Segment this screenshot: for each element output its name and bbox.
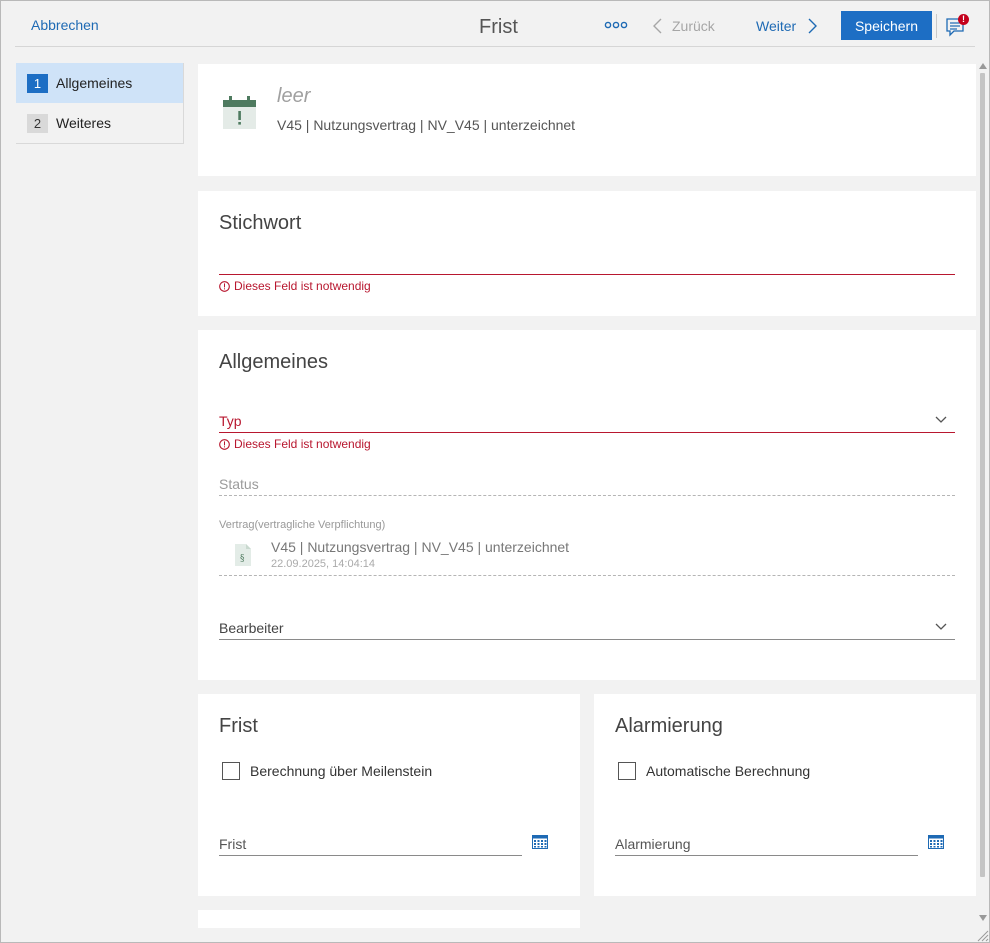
typ-select[interactable] xyxy=(219,432,955,433)
typ-label: Typ xyxy=(219,413,242,429)
scroll-down-arrow-icon[interactable] xyxy=(979,915,987,921)
section-title: Stichwort xyxy=(219,212,302,234)
scroll-up-arrow-icon[interactable] xyxy=(979,63,987,69)
section-title: Allgemeines xyxy=(219,351,328,373)
checkbox-box[interactable] xyxy=(222,762,240,780)
chevron-left-icon xyxy=(653,18,662,34)
vertical-scrollbar[interactable] xyxy=(977,63,989,929)
automatic-calculation-checkbox[interactable]: Automatische Berechnung xyxy=(618,762,810,780)
calendar-alert-icon xyxy=(223,96,256,129)
back-label: Zurück xyxy=(672,18,715,34)
sidebar-item-label: Allgemeines xyxy=(56,75,133,91)
scroll-thumb[interactable] xyxy=(980,73,985,877)
bearbeiter-label: Bearbeiter xyxy=(219,620,284,636)
stichwort-input[interactable] xyxy=(219,274,955,275)
error-icon xyxy=(219,280,230,292)
checkbox-box[interactable] xyxy=(618,762,636,780)
comment-alert-badge: ! xyxy=(958,14,969,25)
typ-dropdown-chevron-icon[interactable] xyxy=(935,416,947,424)
alarmierung-section: Alarmierung Automatische Berechnung Alar… xyxy=(594,694,976,896)
record-title-empty: leer xyxy=(277,85,311,107)
alarm-date-input[interactable] xyxy=(615,855,918,856)
chevron-right-icon xyxy=(808,18,818,34)
record-subtitle: V45 | Nutzungsvertrag | NV_V45 | unterze… xyxy=(277,117,576,133)
checkbox-label: Berechnung über Meilenstein xyxy=(250,763,433,779)
more-options-button[interactable] xyxy=(604,15,628,35)
more-dots-icon xyxy=(604,21,628,29)
contract-field xyxy=(219,575,955,576)
frist-date-input[interactable] xyxy=(219,855,522,856)
bearbeiter-select[interactable] xyxy=(219,639,955,640)
contract-label: Vertrag(vertragliche Verpflichtung) xyxy=(219,519,386,531)
status-label: Status xyxy=(219,476,259,492)
error-text: Dieses Feld ist notwendig xyxy=(234,437,371,451)
milestone-calculation-checkbox[interactable]: Berechnung über Meilenstein xyxy=(222,762,432,780)
calendar-icon[interactable] xyxy=(532,835,548,849)
calendar-icon[interactable] xyxy=(928,835,944,849)
toolbar: Abbrechen Frist Zurück Weiter Speichern … xyxy=(1,1,989,48)
next-label: Weiter xyxy=(756,18,797,34)
next-section-partial xyxy=(198,910,580,928)
frist-section: Frist Berechnung über Meilenstein Frist xyxy=(198,694,580,896)
contract-date: 22.09.2025, 14:04:14 xyxy=(271,558,375,570)
resize-grip-icon[interactable] xyxy=(975,928,989,942)
toolbar-divider xyxy=(936,14,937,38)
stichwort-error: Dieses Feld ist notwendig xyxy=(219,279,371,293)
page-title: Frist xyxy=(479,16,518,38)
stichwort-section: Stichwort Dieses Feld ist notwendig xyxy=(198,191,976,316)
bearbeiter-dropdown-chevron-icon[interactable] xyxy=(935,623,947,631)
contract-document-icon: § xyxy=(235,544,251,566)
record-header-card: leer V45 | Nutzungsvertrag | NV_V45 | un… xyxy=(198,64,976,176)
error-icon xyxy=(219,438,230,450)
next-button[interactable]: Weiter xyxy=(756,15,818,37)
alarm-date-label: Alarmierung xyxy=(615,836,691,852)
section-title: Frist xyxy=(219,715,258,737)
step-number: 1 xyxy=(27,73,48,93)
frist-date-label: Frist xyxy=(219,836,247,852)
checkbox-label: Automatische Berechnung xyxy=(646,763,811,779)
typ-error: Dieses Feld ist notwendig xyxy=(219,437,371,451)
contract-link[interactable]: V45 | Nutzungsvertrag | NV_V45 | unterze… xyxy=(271,539,569,555)
section-nav: 1 Allgemeines 2 Weiteres xyxy=(16,63,184,144)
save-button[interactable]: Speichern xyxy=(841,11,932,40)
section-title: Alarmierung xyxy=(615,715,723,737)
status-field xyxy=(219,495,955,496)
allgemeines-section: Allgemeines Typ Dieses Feld ist notwendi… xyxy=(198,330,976,680)
sidebar-item-weiteres[interactable]: 2 Weiteres xyxy=(16,103,183,143)
sidebar-item-label: Weiteres xyxy=(56,115,111,131)
step-number: 2 xyxy=(27,113,48,133)
toolbar-separator xyxy=(15,46,975,47)
back-button[interactable]: Zurück xyxy=(653,15,715,37)
sidebar-item-allgemeines[interactable]: 1 Allgemeines xyxy=(16,63,183,103)
svg-text:§: § xyxy=(240,554,245,564)
cancel-button[interactable]: Abbrechen xyxy=(31,17,99,33)
error-text: Dieses Feld ist notwendig xyxy=(234,279,371,293)
